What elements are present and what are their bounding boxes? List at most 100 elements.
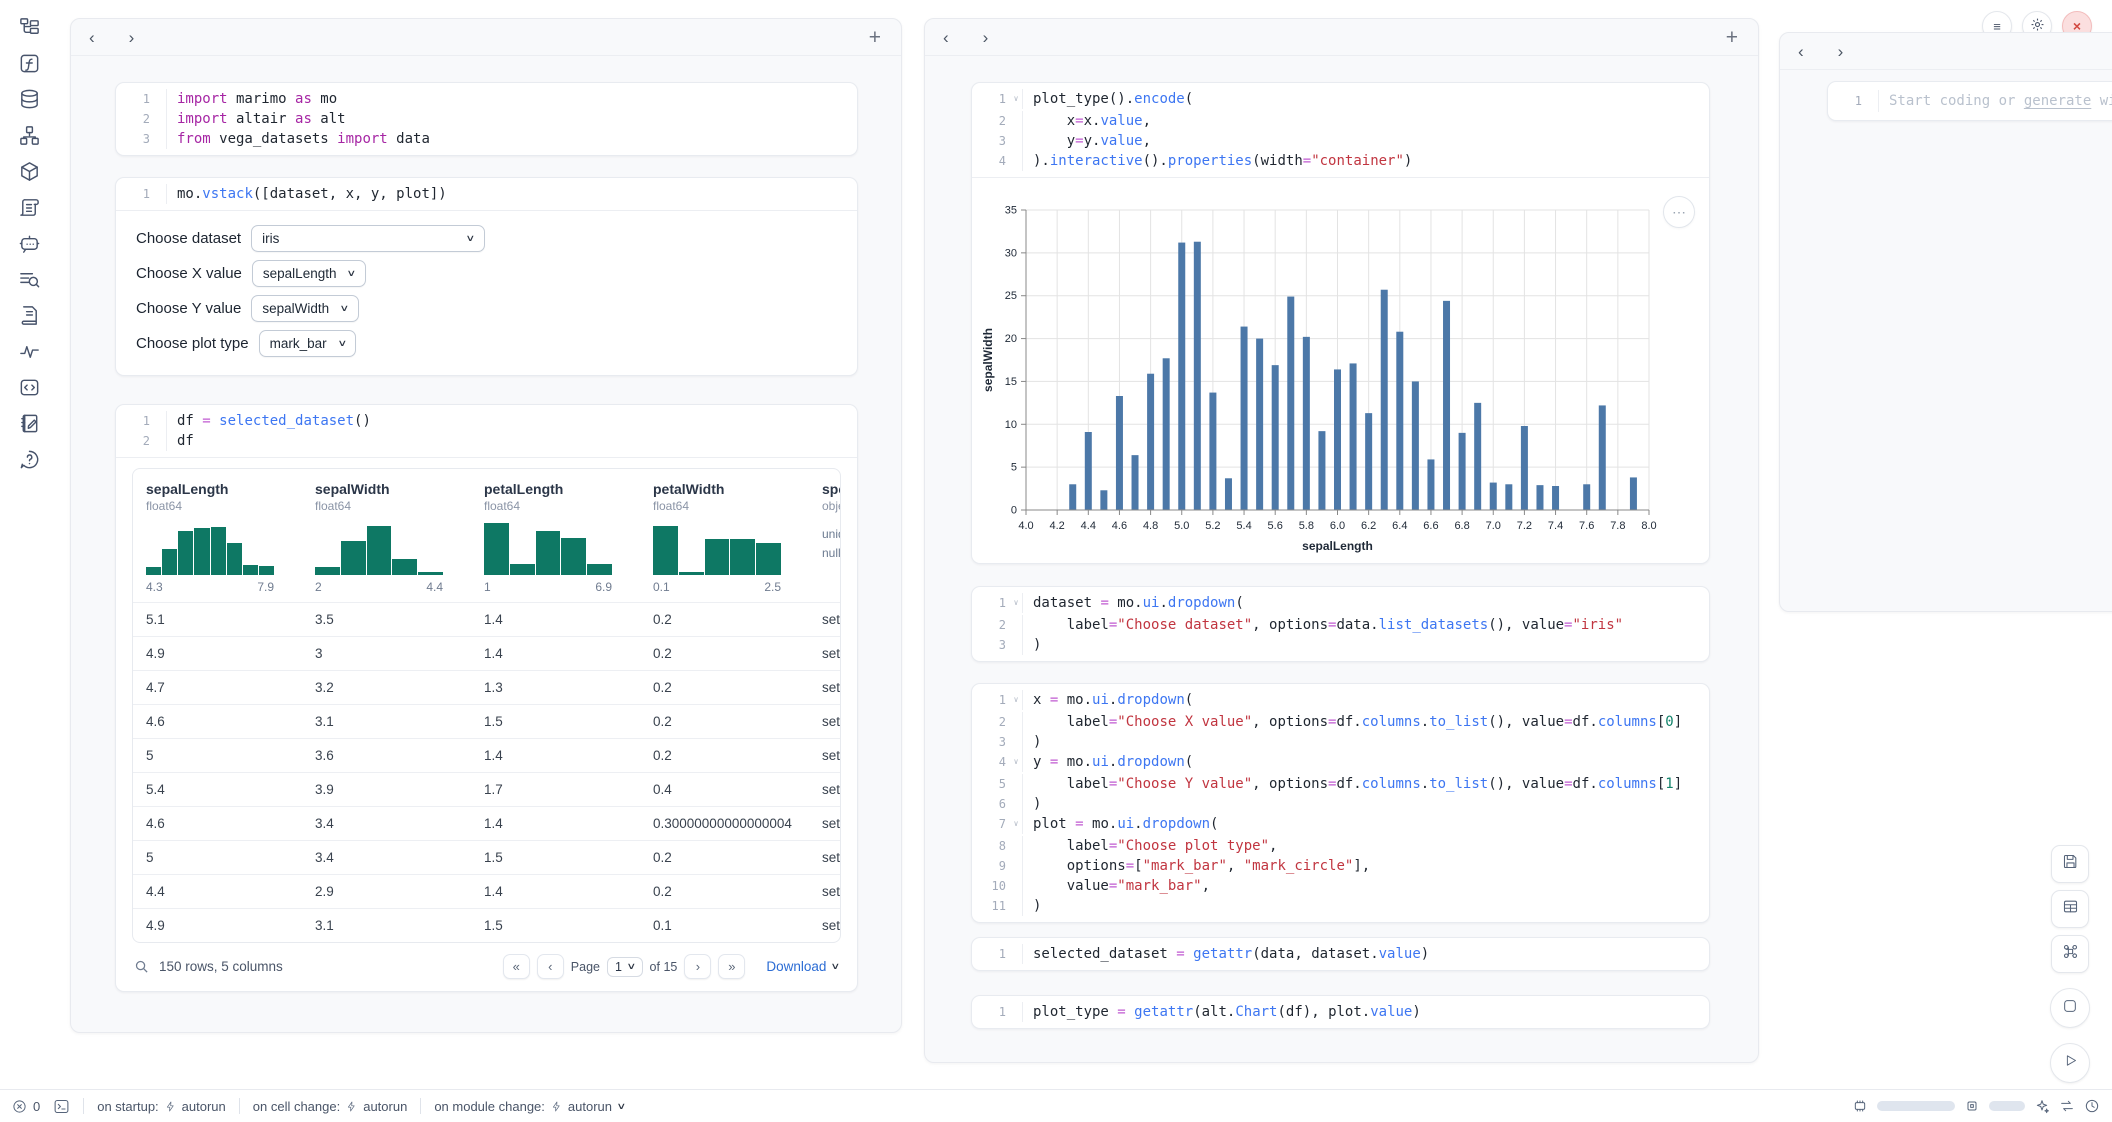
last-page-button[interactable]: »: [718, 954, 745, 979]
on-startup-setting[interactable]: on startup: autorun: [97, 1099, 226, 1114]
sparkles-icon[interactable]: [2034, 1098, 2050, 1114]
cell-dataframe: 1df = selected_dataset()2df sepalLengthf…: [115, 404, 858, 992]
table-row: 53.41.50.2setosa: [133, 840, 840, 874]
svg-text:4.4: 4.4: [1081, 520, 1096, 532]
table-footer: 150 rows, 5 columns « ‹ Page 1 ∨ of 15 ›…: [116, 943, 857, 991]
left-icon-rail: [0, 16, 58, 471]
cell-plot-type[interactable]: 1plot_type = getattr(alt.Chart(df), plot…: [971, 995, 1710, 1029]
table-cell: 3.1: [302, 714, 471, 729]
table-cell: 3.4: [302, 850, 471, 865]
code-editor[interactable]: 1import marimo as mo2import altair as al…: [116, 83, 857, 155]
table-panel-button[interactable]: [2051, 890, 2089, 928]
console-button[interactable]: [2050, 988, 2090, 1028]
chat-icon[interactable]: [18, 232, 41, 255]
clock-icon[interactable]: [2084, 1098, 2100, 1114]
code-editor[interactable]: 1∨plot_type().encode(2 x=x.value,3 y=y.v…: [972, 83, 1709, 177]
svg-text:7.8: 7.8: [1610, 520, 1625, 532]
column-header-sepalLength[interactable]: sepalLengthfloat644.37.9: [133, 481, 302, 594]
swap-icon[interactable]: [2059, 1098, 2075, 1114]
terminal-toggle[interactable]: [53, 1098, 70, 1115]
fold-chevron-icon[interactable]: ∨: [1010, 690, 1022, 710]
scroll-right-button[interactable]: ›: [125, 29, 139, 46]
code-editor[interactable]: 1selected_dataset = getattr(data, datase…: [972, 938, 1709, 970]
bar-chart[interactable]: 4.04.24.44.64.85.05.25.45.65.86.06.26.46…: [980, 190, 1709, 563]
fold-chevron-icon[interactable]: ∨: [1010, 752, 1022, 772]
svg-text:5.8: 5.8: [1299, 520, 1314, 532]
table-cell: 1.5: [471, 714, 640, 729]
generate-link[interactable]: generate: [2024, 93, 2091, 109]
logs-icon[interactable]: [18, 196, 41, 219]
help-icon[interactable]: [18, 448, 41, 471]
on-module-change-setting[interactable]: on module change: autorun ∨: [434, 1099, 624, 1114]
line-number: 1: [116, 184, 154, 204]
svg-text:25: 25: [1005, 290, 1017, 302]
next-page-button[interactable]: ›: [684, 954, 711, 979]
documentation-icon[interactable]: [18, 304, 41, 327]
column-header-sepalWidth[interactable]: sepalWidthfloat6424.4: [302, 481, 471, 594]
table-icon: [2062, 898, 2079, 920]
cell-dataset-dropdown[interactable]: 1∨dataset = mo.ui.dropdown(2 label="Choo…: [971, 586, 1710, 662]
scroll-left-button[interactable]: ‹: [1794, 43, 1808, 60]
scratchpad-icon[interactable]: [18, 412, 41, 435]
shortcuts-button[interactable]: [2051, 935, 2089, 973]
dropdown-select-1[interactable]: sepalLength∨: [252, 260, 366, 287]
scroll-left-button[interactable]: ‹: [939, 29, 953, 46]
cell-new-empty[interactable]: 1 Start coding or generate with AI.: [1827, 81, 2112, 121]
fold-chevron-icon[interactable]: ∨: [1010, 593, 1022, 613]
svg-text:7.4: 7.4: [1548, 520, 1563, 532]
table-cell: 0.4: [640, 782, 809, 797]
vega-actions-button[interactable]: ⋯: [1663, 196, 1695, 228]
cell-imports[interactable]: 1import marimo as mo2import altair as al…: [115, 82, 858, 156]
database-icon[interactable]: [18, 88, 41, 111]
svg-text:20: 20: [1005, 333, 1017, 345]
search-icon[interactable]: [134, 959, 149, 974]
code-editor[interactable]: 1df = selected_dataset()2df: [116, 405, 857, 457]
svg-text:30: 30: [1005, 247, 1017, 259]
code-editor[interactable]: 1mo.vstack([dataset, x, y, plot]): [116, 178, 857, 210]
fold-chevron-icon[interactable]: ∨: [1010, 814, 1022, 834]
scroll-left-button[interactable]: ‹: [85, 29, 99, 46]
run-button[interactable]: [2050, 1043, 2090, 1083]
bolt-icon: [551, 1100, 562, 1113]
code-editor[interactable]: 1plot_type = getattr(alt.Chart(df), plot…: [972, 996, 1709, 1028]
table-cell: setosa: [809, 646, 841, 661]
column-header-petalWidth[interactable]: petalWidthfloat640.12.5: [640, 481, 809, 594]
first-page-button[interactable]: «: [503, 954, 530, 979]
table-cell: 0.2: [640, 714, 809, 729]
functions-icon[interactable]: [18, 52, 41, 75]
scroll-right-button[interactable]: ›: [1834, 43, 1848, 60]
cell-selected-dataset[interactable]: 1selected_dataset = getattr(data, datase…: [971, 937, 1710, 971]
column-header-petalLength[interactable]: petalLengthfloat6416.9: [471, 481, 640, 594]
scroll-right-button[interactable]: ›: [979, 29, 993, 46]
table-cell: setosa: [809, 714, 841, 729]
add-cell-button[interactable]: +: [863, 26, 887, 49]
on-cell-change-setting[interactable]: on cell change: autorun: [253, 1099, 408, 1114]
add-cell-button[interactable]: +: [1720, 26, 1744, 49]
cell-xy-plot-dropdowns[interactable]: 1∨x = mo.ui.dropdown(2 label="Choose X v…: [971, 683, 1710, 923]
prev-page-button[interactable]: ‹: [537, 954, 564, 979]
tracing-icon[interactable]: [18, 340, 41, 363]
error-counter[interactable]: 0: [12, 1099, 40, 1114]
dropdown-select-3[interactable]: mark_bar∨: [259, 330, 357, 357]
packages-icon[interactable]: [18, 160, 41, 183]
svg-text:15: 15: [1005, 376, 1017, 388]
dependencies-icon[interactable]: [18, 124, 41, 147]
svg-text:5.6: 5.6: [1268, 520, 1283, 532]
dropdown-select-2[interactable]: sepalWidth∨: [251, 295, 358, 322]
column-header-species[interactable]: speciesobjectunique:nulls:: [809, 481, 841, 594]
code-editor[interactable]: 1∨dataset = mo.ui.dropdown(2 label="Choo…: [972, 587, 1709, 661]
table-cell: 1.3: [471, 680, 640, 695]
page-select[interactable]: 1 ∨: [607, 957, 643, 977]
fold-chevron-icon[interactable]: ∨: [1010, 89, 1022, 109]
cell-plot: 1∨plot_type().encode(2 x=x.value,3 y=y.v…: [971, 82, 1710, 564]
outline-search-icon[interactable]: [18, 268, 41, 291]
dropdown-label-0: Choose dataset: [136, 230, 241, 247]
dropdown-select-0[interactable]: iris∨: [251, 225, 485, 252]
editor-placeholder[interactable]: Start coding or generate with AI.: [1878, 90, 2112, 112]
code-editor[interactable]: 1∨x = mo.ui.dropdown(2 label="Choose X v…: [972, 684, 1709, 922]
download-button[interactable]: Download ∨: [766, 959, 839, 974]
save-button[interactable]: [2051, 845, 2089, 883]
dropdown-row: Choose X valuesepalLength∨: [136, 260, 857, 286]
snippets-icon[interactable]: [18, 376, 41, 399]
file-tree-icon[interactable]: [18, 16, 41, 39]
